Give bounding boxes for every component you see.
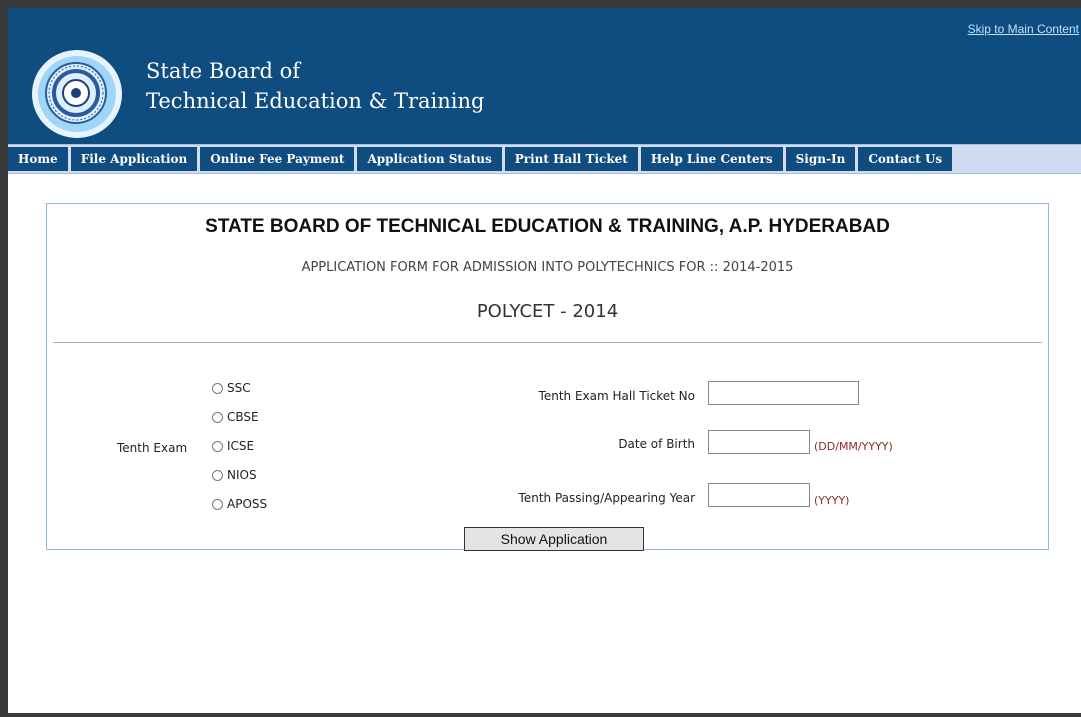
year-input[interactable]: [708, 483, 810, 507]
exam-name: POLYCET - 2014: [476, 301, 619, 322]
brand-line-2: Technical Education & Training: [146, 89, 485, 113]
year-format-hint: (YYYY): [814, 494, 850, 507]
radio-option-cbse[interactable]: CBSE: [212, 409, 259, 425]
divider: [53, 342, 1042, 343]
form-subtitle: APPLICATION FORM FOR ADMISSION INTO POLY…: [301, 260, 794, 275]
nav-sign-in[interactable]: Sign-In: [785, 147, 856, 171]
tenth-exam-label: Tenth Exam: [117, 441, 188, 455]
radio-label: CBSE: [227, 410, 259, 424]
nav-help-line-centers[interactable]: Help Line Centers: [640, 147, 783, 171]
radio-option-ssc[interactable]: SSC: [212, 380, 251, 396]
brand-title: State Board of Technical Education & Tra…: [146, 56, 484, 116]
nav-file-application[interactable]: File Application: [70, 147, 198, 171]
site-header: Skip to Main Content State Board of Tech…: [8, 8, 1081, 144]
hall-ticket-label: Tenth Exam Hall Ticket No: [538, 389, 695, 403]
nav-print-hall-ticket[interactable]: Print Hall Ticket: [504, 147, 638, 171]
nav-home[interactable]: Home: [8, 147, 68, 171]
skip-to-main-content-link[interactable]: Skip to Main Content: [968, 22, 1079, 36]
radio-label: APOSS: [227, 497, 268, 511]
radio-label: ICSE: [227, 439, 255, 453]
radio-button[interactable]: [212, 498, 223, 510]
form-title: STATE BOARD OF TECHNICAL EDUCATION & TRA…: [205, 216, 890, 237]
radio-option-nios[interactable]: NIOS: [212, 467, 257, 483]
radio-label: SSC: [227, 381, 251, 395]
radio-button[interactable]: [212, 382, 223, 394]
radio-button[interactable]: [212, 469, 223, 481]
hall-ticket-input[interactable]: [708, 381, 859, 405]
nav-contact-us[interactable]: Contact Us: [858, 147, 953, 171]
dob-label: Date of Birth: [618, 437, 695, 451]
radio-option-icse[interactable]: ICSE: [212, 438, 254, 454]
radio-button[interactable]: [212, 440, 223, 452]
radio-label: NIOS: [227, 468, 257, 482]
radio-option-aposs[interactable]: APOSS: [212, 496, 267, 512]
show-application-button[interactable]: Show Application: [464, 527, 644, 551]
dob-format-hint: (DD/MM/YYYY): [814, 440, 893, 453]
browser-viewport: Skip to Main Content State Board of Tech…: [8, 8, 1081, 713]
sbtet-seal-logo-icon: [32, 50, 122, 138]
application-form-panel: STATE BOARD OF TECHNICAL EDUCATION & TRA…: [46, 203, 1049, 551]
nav-application-status[interactable]: Application Status: [357, 147, 502, 171]
nav-online-fee-payment[interactable]: Online Fee Payment: [200, 147, 355, 171]
year-label: Tenth Passing/Appearing Year: [518, 491, 695, 505]
main-nav-bar: Home File Application Online Fee Payment Ap…: [8, 144, 1081, 174]
brand-line-1: State Board of: [146, 59, 301, 83]
nav-list: Home File Application Online Fee Payment Ap…: [8, 147, 955, 171]
radio-button[interactable]: [212, 411, 223, 423]
dob-input[interactable]: [708, 430, 810, 454]
